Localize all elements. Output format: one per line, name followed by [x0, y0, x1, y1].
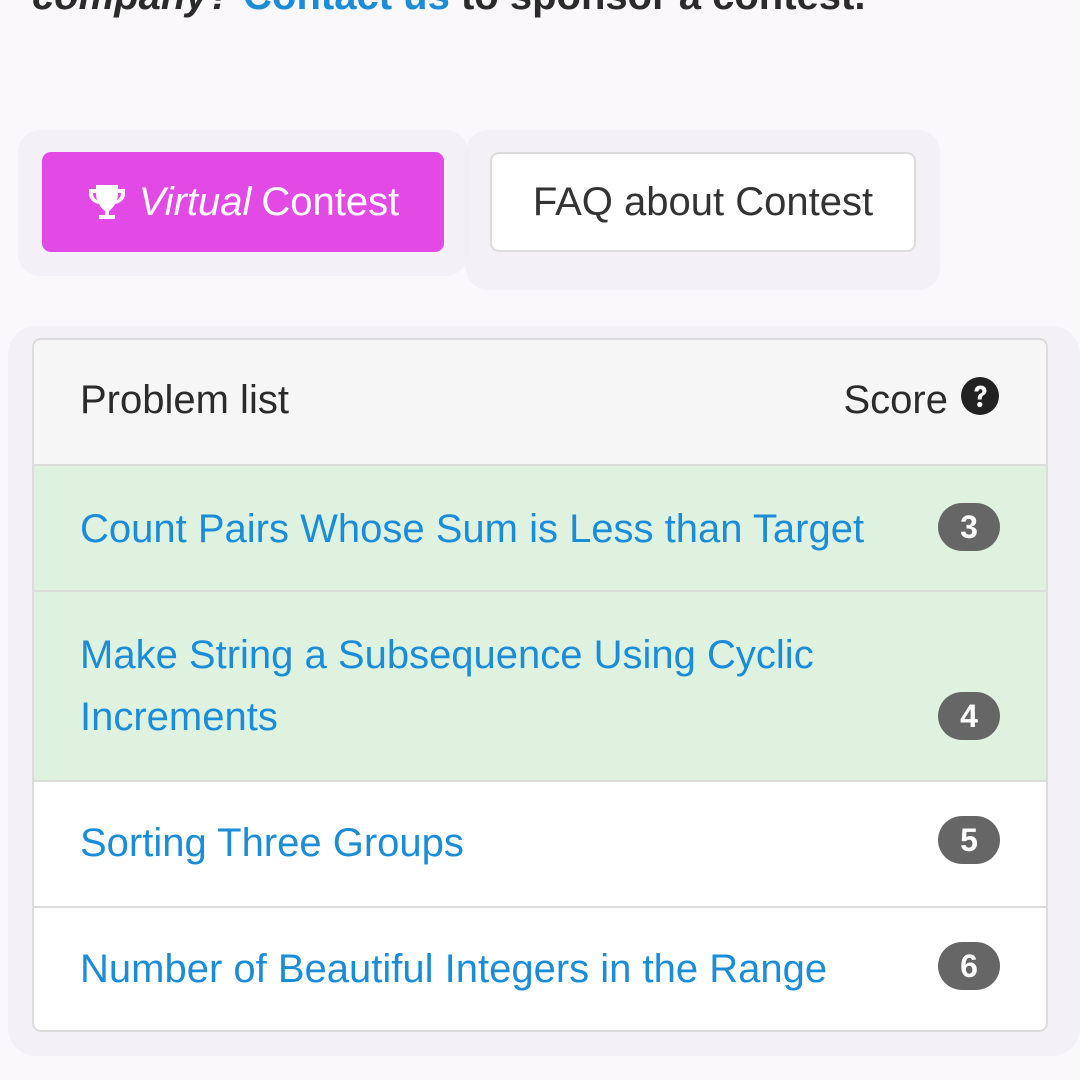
score-badge: 6	[938, 942, 1000, 990]
problem-row: Make String a Subsequence Using Cyclic I…	[34, 592, 1046, 782]
problem-link[interactable]: Number of Beautiful Integers in the Rang…	[80, 938, 827, 1000]
score-badge: 5	[938, 816, 1000, 864]
sponsor-line: company? Contact us to sponsor a contest…	[32, 0, 865, 20]
score-badge: 3	[938, 503, 1000, 551]
virtual-contest-button[interactable]: Virtual Contest	[42, 152, 444, 252]
page: company? Contact us to sponsor a contest…	[0, 0, 1080, 1080]
sponsor-punct: ?	[208, 0, 232, 18]
problem-list-title: Problem list	[80, 378, 289, 422]
virtual-contest-label: Contest	[261, 179, 400, 224]
problem-link[interactable]: Count Pairs Whose Sum is Less than Targe…	[80, 498, 864, 560]
problem-list-header: Problem list Score	[34, 340, 1046, 466]
problem-link[interactable]: Make String a Subsequence Using Cyclic I…	[80, 624, 880, 748]
sponsor-company-text: company	[32, 0, 208, 18]
problem-row: Count Pairs Whose Sum is Less than Targe…	[34, 466, 1046, 592]
problem-row: Sorting Three Groups 5	[34, 782, 1046, 908]
problem-link[interactable]: Sorting Three Groups	[80, 812, 464, 874]
sponsor-rest-text: to sponsor a contest.	[461, 0, 866, 18]
score-badge: 4	[938, 692, 1000, 740]
question-circle-icon[interactable]	[960, 376, 1000, 416]
virtual-italic-label: Virtual	[138, 179, 252, 224]
trophy-icon	[87, 183, 127, 221]
contact-us-link[interactable]: Contact us	[243, 0, 450, 18]
problem-list-panel: Problem list Score Count Pairs Whose Sum…	[32, 338, 1048, 1032]
score-label: Score	[843, 378, 949, 422]
faq-button[interactable]: FAQ about Contest	[490, 152, 916, 252]
problem-row: Number of Beautiful Integers in the Rang…	[34, 908, 1046, 1030]
